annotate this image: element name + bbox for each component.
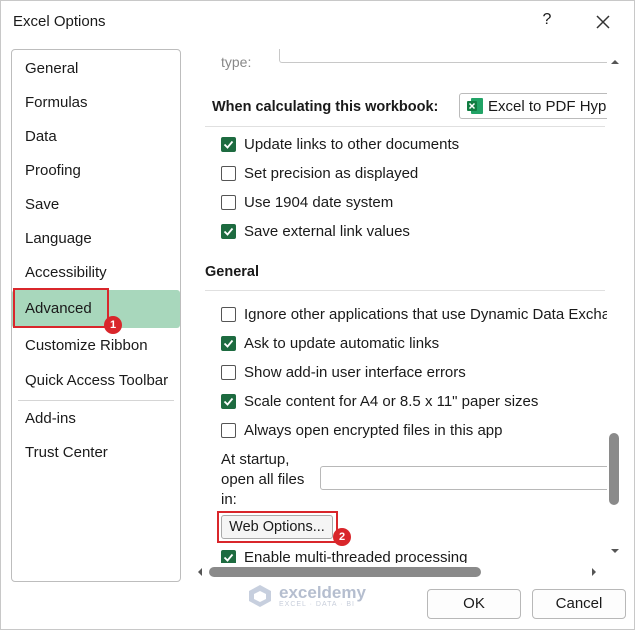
checkbox-unchecked-icon[interactable] bbox=[221, 194, 236, 210]
general-section-heading: General bbox=[205, 264, 259, 280]
option-multithreaded[interactable]: Enable multi-threaded processing bbox=[221, 546, 467, 563]
excel-options-dialog: Excel Options ? General Formulas Data Pr… bbox=[0, 0, 635, 630]
option-label: Show add-in user interface errors bbox=[244, 363, 466, 381]
option-label: Update links to other documents bbox=[244, 135, 460, 153]
option-open-encrypted[interactable]: Always open encrypted files in this app bbox=[221, 419, 502, 441]
nav-divider bbox=[18, 400, 174, 401]
nav-item-customize-ribbon[interactable]: Customize Ribbon bbox=[12, 329, 180, 363]
checkbox-unchecked-icon[interactable] bbox=[221, 165, 236, 181]
nav-item-general[interactable]: General bbox=[12, 52, 180, 86]
option-scale-content[interactable]: Scale content for A4 or 8.5 x 11" paper … bbox=[221, 390, 538, 412]
option-label: Save external link values bbox=[244, 222, 410, 240]
calc-section-heading: When calculating this workbook: bbox=[212, 99, 439, 115]
nav-item-data[interactable]: Data bbox=[12, 120, 180, 154]
step-badge-2: 2 bbox=[333, 528, 351, 546]
startup-folder-input[interactable] bbox=[320, 466, 607, 490]
option-label: Ask to update automatic links bbox=[244, 334, 440, 352]
type-label: type: bbox=[221, 54, 252, 70]
watermark-name: exceldemy bbox=[279, 583, 366, 602]
option-label: Enable multi-threaded processing bbox=[244, 548, 468, 564]
excel-file-icon bbox=[467, 98, 483, 114]
option-label: Scale content for A4 or 8.5 x 11" paper … bbox=[244, 392, 539, 410]
checkbox-unchecked-icon[interactable] bbox=[221, 364, 236, 380]
nav-item-formulas[interactable]: Formulas bbox=[12, 86, 180, 120]
workbook-select[interactable]: Excel to PDF Hype bbox=[459, 93, 607, 119]
nav-item-save[interactable]: Save bbox=[12, 188, 180, 222]
section-divider bbox=[205, 290, 605, 291]
highlight-box-advanced bbox=[13, 288, 109, 328]
nav-item-trust-center[interactable]: Trust Center bbox=[12, 436, 180, 470]
checkbox-checked-icon[interactable] bbox=[221, 136, 236, 152]
option-label: Ignore other applications that use Dynam… bbox=[244, 305, 607, 323]
nav-item-language[interactable]: Language bbox=[12, 222, 180, 256]
startup-label-line1: At startup, bbox=[221, 451, 290, 468]
close-button[interactable] bbox=[591, 11, 615, 33]
scroll-right-arrow-icon[interactable] bbox=[589, 566, 599, 578]
option-update-links[interactable]: Update links to other documents bbox=[221, 133, 459, 155]
title-bar: Excel Options ? bbox=[1, 1, 634, 41]
section-divider bbox=[205, 126, 605, 127]
cancel-button[interactable]: Cancel bbox=[532, 589, 626, 619]
nav-item-quick-access-toolbar[interactable]: Quick Access Toolbar bbox=[12, 364, 180, 398]
scroll-up-arrow-icon[interactable] bbox=[609, 57, 621, 67]
vertical-scrollbar[interactable] bbox=[607, 49, 623, 563]
checkbox-checked-icon[interactable] bbox=[221, 393, 236, 409]
nav-item-accessibility[interactable]: Accessibility bbox=[12, 256, 180, 290]
vertical-scroll-thumb[interactable] bbox=[609, 433, 619, 505]
help-button[interactable]: ? bbox=[537, 11, 557, 33]
scroll-down-arrow-icon[interactable] bbox=[609, 546, 621, 556]
exceldemy-logo-icon bbox=[249, 585, 271, 607]
checkbox-unchecked-icon[interactable] bbox=[221, 422, 236, 438]
option-label: Always open encrypted files in this app bbox=[244, 421, 503, 439]
close-icon bbox=[596, 15, 610, 29]
startup-label-line3: in: bbox=[221, 491, 237, 508]
horizontal-scrollbar[interactable] bbox=[189, 563, 607, 581]
checkbox-checked-icon[interactable] bbox=[221, 223, 236, 239]
nav-item-proofing[interactable]: Proofing bbox=[12, 154, 180, 188]
horizontal-scroll-thumb[interactable] bbox=[209, 567, 481, 577]
step-badge-1: 1 bbox=[104, 316, 122, 334]
type-field[interactable] bbox=[279, 49, 607, 63]
ok-button[interactable]: OK bbox=[427, 589, 521, 619]
option-1904-date[interactable]: Use 1904 date system bbox=[221, 191, 393, 213]
nav-item-add-ins[interactable]: Add-ins bbox=[12, 402, 180, 436]
exceldemy-watermark: exceldemy EXCEL · DATA · BI bbox=[247, 583, 366, 609]
watermark-tagline: EXCEL · DATA · BI bbox=[279, 601, 355, 608]
option-ignore-dde[interactable]: Ignore other applications that use Dynam… bbox=[221, 303, 607, 325]
dialog-title: Excel Options bbox=[13, 13, 106, 30]
option-ask-update-links[interactable]: Ask to update automatic links bbox=[221, 332, 439, 354]
checkbox-unchecked-icon[interactable] bbox=[221, 306, 236, 322]
option-addin-errors[interactable]: Show add-in user interface errors bbox=[221, 361, 466, 383]
option-label: Use 1904 date system bbox=[244, 193, 394, 211]
checkbox-checked-icon[interactable] bbox=[221, 549, 236, 563]
workbook-select-value: Excel to PDF Hype bbox=[488, 97, 607, 115]
option-save-external-links[interactable]: Save external link values bbox=[221, 220, 410, 242]
advanced-options-panel: type: When calculating this workbook: Ex… bbox=[189, 49, 607, 563]
startup-label-line2: open all files bbox=[221, 471, 305, 488]
scroll-left-arrow-icon[interactable] bbox=[195, 566, 205, 578]
option-label: Set precision as displayed bbox=[244, 164, 419, 182]
highlight-box-web-options bbox=[217, 511, 338, 543]
option-set-precision[interactable]: Set precision as displayed bbox=[221, 162, 418, 184]
checkbox-checked-icon[interactable] bbox=[221, 335, 236, 351]
